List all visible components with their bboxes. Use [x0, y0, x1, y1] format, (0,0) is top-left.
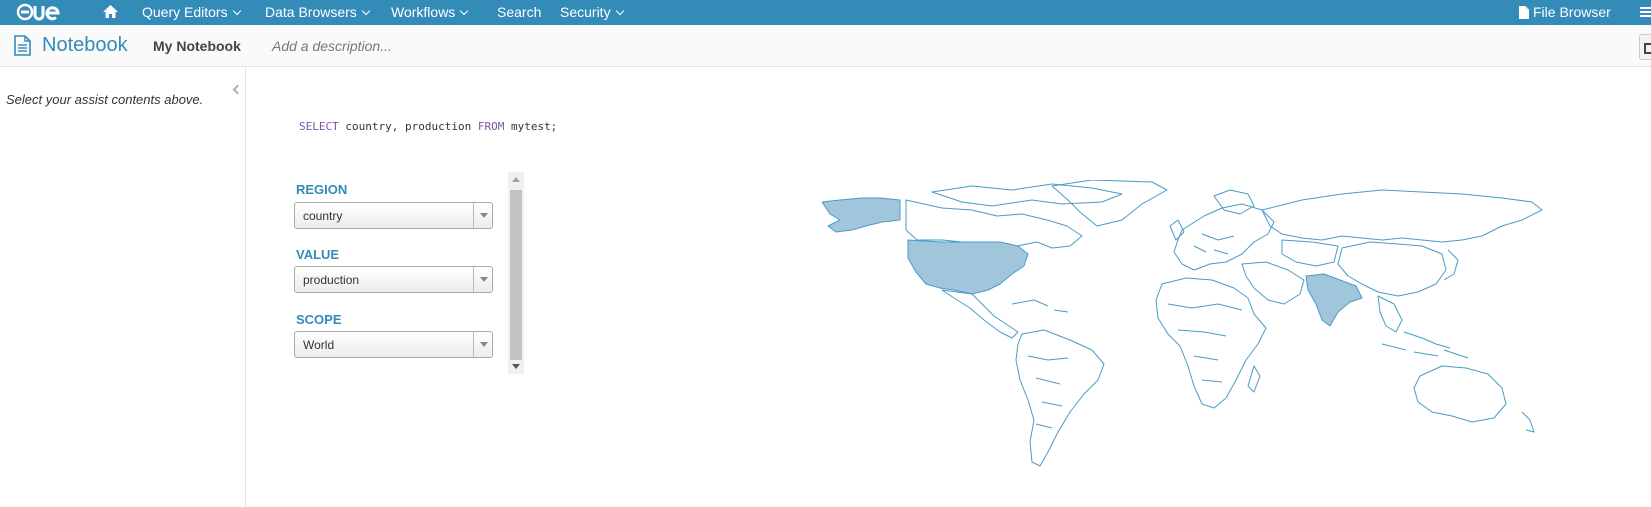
query-editor[interactable]: SELECT country, production FROM mytest;: [299, 120, 557, 133]
region-select[interactable]: country: [294, 202, 493, 229]
sql-columns: country, production: [338, 120, 478, 133]
map-sa-borders: [1027, 355, 1069, 429]
sql-table: mytest;: [504, 120, 558, 133]
scroll-up-arrow-icon[interactable]: [512, 177, 520, 182]
scope-select-value: World: [303, 338, 335, 352]
region-select-value: country: [303, 209, 343, 223]
map-russia: [1261, 189, 1543, 243]
chevron-down-icon: [460, 6, 469, 16]
scrollbar-thumb[interactable]: [510, 190, 522, 360]
map-indonesia: [1381, 343, 1469, 359]
map-se-asia: [1377, 295, 1451, 349]
nav-query-editors-label: Query Editors: [142, 4, 228, 20]
nav-file-browser-label: File Browser: [1533, 4, 1611, 20]
notebook-header: Notebook My Notebook Add a description..…: [0, 25, 1651, 67]
map-europe-borders: [1193, 233, 1235, 255]
assist-empty-message: Select your assist contents above.: [6, 92, 204, 107]
caret-down-icon: [473, 203, 492, 228]
chevron-down-icon: [232, 6, 241, 16]
map-africa: [1155, 277, 1267, 409]
nav-data-browsers-label: Data Browsers: [265, 4, 357, 20]
map-alaska-highlight: [822, 197, 901, 233]
nav-workflows-label: Workflows: [391, 4, 456, 20]
map-middle-east: [1241, 261, 1305, 305]
map-europe: [1173, 203, 1275, 271]
notebook-description-field[interactable]: Add a description...: [272, 38, 392, 54]
nav-query-editors[interactable]: Query Editors: [142, 0, 241, 25]
map-scandinavia: [1213, 189, 1255, 215]
save-button[interactable]: [1639, 34, 1651, 60]
chevron-left-icon[interactable]: [232, 84, 243, 95]
chevron-down-icon: [361, 6, 371, 16]
top-navbar: Query Editors Data Browsers Workflows Se…: [0, 0, 1651, 25]
value-label: VALUE: [296, 247, 340, 262]
nav-security[interactable]: Security: [560, 0, 624, 25]
hue-logo[interactable]: [16, 2, 72, 22]
sql-keyword-from: FROM: [477, 120, 505, 133]
map-canada: [905, 199, 1083, 249]
nav-file-browser[interactable]: File Browser: [1533, 0, 1611, 25]
nav-search[interactable]: Search: [497, 0, 541, 25]
map-greenland: [1051, 180, 1168, 227]
notebook-name[interactable]: My Notebook: [153, 38, 241, 54]
region-label: REGION: [296, 182, 348, 197]
settings-scrollbar[interactable]: [508, 172, 524, 374]
map-japan: [1443, 249, 1459, 281]
nav-security-label: Security: [560, 4, 611, 20]
map-caribbean: [1011, 299, 1069, 313]
home-icon[interactable]: [102, 4, 119, 19]
value-select-value: production: [303, 273, 360, 287]
scope-select[interactable]: World: [294, 331, 493, 358]
nav-workflows[interactable]: Workflows: [391, 0, 469, 25]
notebook-icon: [14, 35, 31, 56]
map-australia: [1413, 365, 1507, 423]
chevron-down-icon: [615, 6, 624, 16]
scroll-down-arrow-icon[interactable]: [512, 364, 520, 369]
map-mexico: [941, 289, 1019, 339]
scope-label: SCOPE: [296, 312, 342, 327]
file-icon: [1519, 6, 1529, 19]
nav-data-browsers[interactable]: Data Browsers: [265, 0, 371, 25]
map-madagascar: [1247, 365, 1261, 393]
caret-down-icon: [473, 332, 492, 357]
map-canada-arctic: [931, 183, 1123, 207]
map-south-america: [1015, 329, 1105, 467]
caret-down-icon: [473, 267, 492, 292]
map-central-asia: [1281, 239, 1339, 267]
menu-icon[interactable]: [1640, 7, 1651, 17]
nav-search-label: Search: [497, 4, 542, 20]
map-new-zealand: [1521, 411, 1535, 433]
page-title: Notebook: [42, 34, 128, 56]
map-africa-borders: [1167, 303, 1243, 383]
map-usa-highlight: [907, 239, 1029, 295]
value-select[interactable]: production: [294, 266, 493, 293]
assist-panel: Select your assist contents above.: [0, 68, 246, 507]
map-india-highlight: [1305, 273, 1363, 327]
sql-keyword-select: SELECT: [299, 120, 339, 133]
world-map: [822, 180, 1543, 467]
